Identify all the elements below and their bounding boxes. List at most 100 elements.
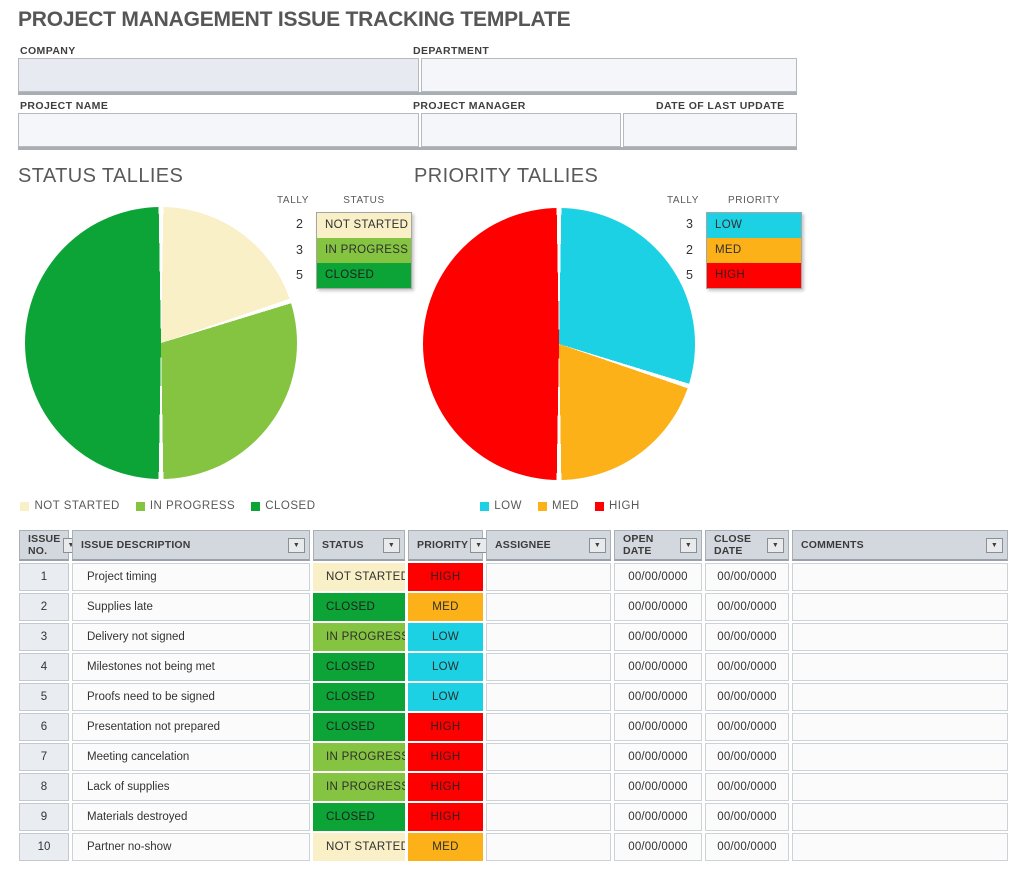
issue-no-cell[interactable]: 8 [19,773,69,801]
department-input[interactable] [421,58,797,92]
status-cell[interactable]: CLOSED [313,593,405,621]
assignee-cell[interactable] [486,833,611,861]
issue-no-cell[interactable]: 3 [19,623,69,651]
status-cell[interactable]: CLOSED [313,653,405,681]
comments-cell[interactable] [792,773,1008,801]
issue-no-cell[interactable]: 2 [19,593,69,621]
issue-description-cell[interactable]: Delivery not signed [72,623,310,651]
priority-cell[interactable]: LOW [408,653,483,681]
open-date-cell[interactable]: 00/00/0000 [614,713,702,741]
status-closed-cell[interactable]: CLOSED [317,263,411,288]
issue-description-cell[interactable]: Proofs need to be signed [72,683,310,711]
close-date-cell[interactable]: 00/00/0000 [705,683,789,711]
tally-value-cell[interactable]: 3 [270,238,316,263]
filter-comments-button[interactable]: ▼ [986,538,1003,553]
status-cell[interactable]: CLOSED [313,683,405,711]
priority-cell[interactable]: LOW [408,683,483,711]
status-cell[interactable]: CLOSED [313,713,405,741]
tally-value-cell[interactable]: 5 [660,263,706,288]
status-cell[interactable]: IN PROGRESS [313,623,405,651]
tally-value-cell[interactable]: 5 [270,263,316,288]
comments-cell[interactable] [792,623,1008,651]
filter-description-button[interactable]: ▼ [288,538,305,553]
issue-description-cell[interactable]: Meeting cancelation [72,743,310,771]
priority-cell[interactable]: HIGH [408,713,483,741]
priority-cell[interactable]: MED [408,593,483,621]
assignee-cell[interactable] [486,593,611,621]
issue-description-cell[interactable]: Project timing [72,563,310,591]
priority-med-cell[interactable]: MED [707,238,801,263]
issue-description-cell[interactable]: Milestones not being met [72,653,310,681]
close-date-cell[interactable]: 00/00/0000 [705,563,789,591]
comments-cell[interactable] [792,743,1008,771]
close-date-cell[interactable]: 00/00/0000 [705,653,789,681]
open-date-cell[interactable]: 00/00/0000 [614,773,702,801]
filter-close-date-button[interactable]: ▼ [767,538,784,553]
close-date-cell[interactable]: 00/00/0000 [705,743,789,771]
status-cell[interactable]: CLOSED [313,803,405,831]
comments-cell[interactable] [792,563,1008,591]
issue-description-cell[interactable]: Supplies late [72,593,310,621]
status-not-started-cell[interactable]: NOT STARTED [317,213,411,238]
assignee-cell[interactable] [486,653,611,681]
comments-cell[interactable] [792,833,1008,861]
priority-high-cell[interactable]: HIGH [707,263,801,288]
tally-value-cell[interactable]: 3 [660,212,706,237]
open-date-cell[interactable]: 00/00/0000 [614,683,702,711]
assignee-cell[interactable] [486,743,611,771]
project-manager-input[interactable] [421,113,621,147]
priority-cell[interactable]: HIGH [408,773,483,801]
open-date-cell[interactable]: 00/00/0000 [614,653,702,681]
comments-cell[interactable] [792,803,1008,831]
tally-value-cell[interactable]: 2 [660,238,706,263]
issue-description-cell[interactable]: Materials destroyed [72,803,310,831]
issue-no-cell[interactable]: 9 [19,803,69,831]
issue-no-cell[interactable]: 7 [19,743,69,771]
close-date-cell[interactable]: 00/00/0000 [705,773,789,801]
open-date-cell[interactable]: 00/00/0000 [614,563,702,591]
priority-cell[interactable]: HIGH [408,743,483,771]
close-date-cell[interactable]: 00/00/0000 [705,713,789,741]
status-cell[interactable]: NOT STARTED [313,833,405,861]
issue-no-cell[interactable]: 6 [19,713,69,741]
project-name-input[interactable] [18,113,419,147]
issue-description-cell[interactable]: Partner no-show [72,833,310,861]
comments-cell[interactable] [792,713,1008,741]
close-date-cell[interactable]: 00/00/0000 [705,803,789,831]
issue-no-cell[interactable]: 1 [19,563,69,591]
issue-no-cell[interactable]: 4 [19,653,69,681]
status-in-progress-cell[interactable]: IN PROGRESS [317,238,411,263]
open-date-cell[interactable]: 00/00/0000 [614,833,702,861]
open-date-cell[interactable]: 00/00/0000 [614,593,702,621]
issue-description-cell[interactable]: Lack of supplies [72,773,310,801]
status-cell[interactable]: NOT STARTED [313,563,405,591]
close-date-cell[interactable]: 00/00/0000 [705,833,789,861]
close-date-cell[interactable]: 00/00/0000 [705,593,789,621]
filter-open-date-button[interactable]: ▼ [680,538,697,553]
date-of-last-update-input[interactable] [623,113,797,147]
assignee-cell[interactable] [486,713,611,741]
priority-low-cell[interactable]: LOW [707,213,801,238]
issue-no-cell[interactable]: 5 [19,683,69,711]
assignee-cell[interactable] [486,803,611,831]
open-date-cell[interactable]: 00/00/0000 [614,743,702,771]
issue-description-cell[interactable]: Presentation not prepared [72,713,310,741]
assignee-cell[interactable] [486,773,611,801]
status-cell[interactable]: IN PROGRESS [313,743,405,771]
priority-cell[interactable]: MED [408,833,483,861]
comments-cell[interactable] [792,683,1008,711]
comments-cell[interactable] [792,653,1008,681]
filter-status-button[interactable]: ▼ [383,538,400,553]
status-cell[interactable]: IN PROGRESS [313,773,405,801]
priority-cell[interactable]: HIGH [408,803,483,831]
assignee-cell[interactable] [486,623,611,651]
company-input[interactable] [18,58,419,92]
open-date-cell[interactable]: 00/00/0000 [614,623,702,651]
close-date-cell[interactable]: 00/00/0000 [705,623,789,651]
tally-value-cell[interactable]: 2 [270,212,316,237]
filter-assignee-button[interactable]: ▼ [589,538,606,553]
assignee-cell[interactable] [486,683,611,711]
open-date-cell[interactable]: 00/00/0000 [614,803,702,831]
comments-cell[interactable] [792,593,1008,621]
priority-cell[interactable]: HIGH [408,563,483,591]
